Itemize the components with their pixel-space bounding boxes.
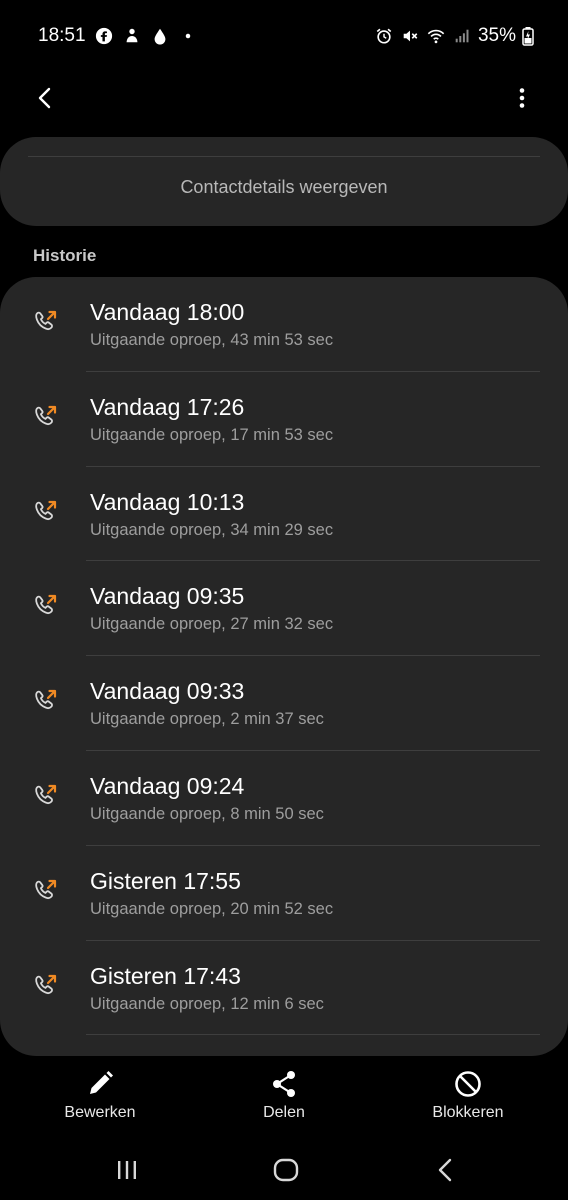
edit-button[interactable]: Bewerken [30, 1068, 170, 1122]
status-right: 35% [374, 25, 534, 47]
mute-icon [400, 26, 420, 46]
contact-details-button[interactable]: Contactdetails weergeven [0, 177, 568, 198]
status-bar: 18:51 35% [0, 0, 568, 72]
call-detail: Uitgaande oproep, 2 min 37 sec [90, 710, 324, 729]
block-label: Blokkeren [432, 1104, 504, 1121]
alarm-icon [374, 26, 394, 46]
chevron-left-icon [38, 87, 51, 109]
more-options-button[interactable] [504, 80, 540, 116]
more-vertical-icon [519, 88, 525, 108]
history-item[interactable]: Vandaag 10:13 Uitgaande oproep, 34 min 2… [0, 467, 568, 562]
history-item[interactable]: Gisteren 17:43 Uitgaande oproep, 12 min … [0, 941, 568, 1036]
call-time: Vandaag 09:35 [90, 583, 245, 610]
block-button[interactable]: Blokkeren [398, 1068, 538, 1122]
call-time: Gisteren 17:55 [90, 867, 241, 894]
outgoing-call-icon [35, 405, 57, 425]
block-icon [455, 1071, 481, 1097]
call-time: Gisteren 17:43 [90, 962, 241, 989]
share-label: Delen [263, 1104, 305, 1121]
home-icon[interactable] [270, 1154, 302, 1186]
navigation-bar [0, 1140, 568, 1200]
share-icon [273, 1071, 295, 1097]
call-detail: Uitgaande oproep, 43 min 53 sec [90, 331, 334, 349]
app-bar [0, 72, 568, 124]
call-time: Vandaag 09:33 [90, 678, 245, 705]
outgoing-call-icon [35, 784, 57, 805]
call-detail: Uitgaande oproep, 34 min 29 sec [90, 520, 334, 539]
signal-icon [452, 26, 472, 46]
outgoing-call-icon [35, 690, 57, 710]
history-item[interactable]: Vandaag 18:00 Uitgaande oproep, 43 min 5… [0, 277, 568, 372]
call-time: Vandaag 17:26 [90, 393, 245, 420]
divider [86, 1034, 540, 1036]
dot-icon [178, 26, 198, 46]
status-time: 18:51 [38, 25, 86, 46]
history-item[interactable]: Gisteren 17:55 Uitgaande oproep, 20 min … [0, 846, 568, 941]
wifi-icon [426, 26, 446, 46]
history-item[interactable]: Vandaag 09:35 Uitgaande oproep, 27 min 3… [0, 561, 568, 657]
back-nav-icon[interactable] [430, 1154, 462, 1186]
call-detail: Uitgaande oproep, 17 min 53 sec [90, 425, 334, 444]
history-item[interactable]: Vandaag 09:33 Uitgaande oproep, 2 min 37… [0, 656, 568, 751]
outgoing-call-icon [35, 500, 57, 520]
call-time: Vandaag 10:13 [90, 488, 245, 515]
back-button[interactable] [28, 80, 64, 116]
divider [28, 156, 540, 157]
call-time: Vandaag 18:00 [90, 299, 245, 325]
call-detail: Uitgaande oproep, 20 min 52 sec [90, 899, 334, 918]
drop-icon [150, 26, 170, 46]
outgoing-call-icon [35, 879, 57, 899]
history-section-title: Historie [33, 246, 97, 265]
contact-card: Contactdetails weergeven [0, 137, 568, 226]
call-detail: Uitgaande oproep, 27 min 32 sec [90, 615, 334, 634]
pencil-icon [90, 1071, 113, 1094]
status-left: 18:51 [38, 25, 198, 47]
outgoing-call-icon [35, 974, 57, 994]
battery-percentage: 35% [477, 25, 516, 46]
history-item[interactable]: Vandaag 17:26 Uitgaande oproep, 17 min 5… [0, 372, 568, 467]
history-list: Vandaag 18:00 Uitgaande oproep, 43 min 5… [0, 277, 568, 1056]
share-button[interactable]: Delen [214, 1068, 354, 1122]
call-detail: Uitgaande oproep, 12 min 6 sec [90, 994, 324, 1013]
action-bar: Bewerken Delen Blokkeren [0, 1060, 568, 1140]
facebook-icon [94, 26, 114, 46]
call-time: Vandaag 09:24 [90, 772, 245, 799]
battery-icon [522, 26, 534, 46]
history-item[interactable]: Vandaag 09:24 Uitgaande oproep, 8 min 50… [0, 751, 568, 846]
recent-apps-icon[interactable] [111, 1154, 143, 1186]
notification-icon [122, 26, 142, 46]
outgoing-call-icon [35, 310, 57, 331]
call-detail: Uitgaande oproep, 8 min 50 sec [90, 804, 324, 823]
outgoing-call-icon [35, 595, 57, 615]
edit-label: Bewerken [64, 1104, 136, 1121]
